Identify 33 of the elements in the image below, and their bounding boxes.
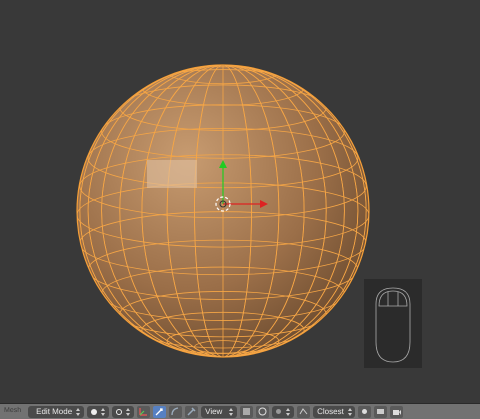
manipulator-button[interactable] (153, 406, 166, 418)
up-down-arrows-icon (126, 408, 130, 416)
camera-button[interactable] (390, 406, 404, 418)
manipulator-icon (155, 407, 164, 416)
manipulator-icon (139, 407, 148, 416)
shading-dropdown[interactable] (87, 406, 110, 418)
up-down-arrows-icon (286, 408, 290, 416)
up-down-arrows-icon (229, 408, 234, 416)
mode-dropdown[interactable]: Edit Mode (28, 406, 84, 418)
snap-element-icon (360, 407, 370, 416)
layers-button[interactable] (240, 406, 254, 418)
orientation-dropdown[interactable]: View (201, 406, 238, 418)
falloff-dropdown[interactable] (272, 406, 294, 418)
manipulator-button[interactable] (185, 406, 198, 418)
snap-button[interactable] (297, 406, 310, 418)
up-down-arrows-icon (348, 408, 352, 416)
render-button[interactable] (374, 406, 388, 418)
proportional-edit-icon (258, 407, 268, 416)
manipulator-icon (187, 407, 196, 416)
proportional-edit-button[interactable] (256, 406, 270, 418)
snap-element-button[interactable] (358, 406, 372, 418)
falloff-icon (276, 409, 282, 414)
camera-icon (392, 407, 402, 416)
move-arrows-icon[interactable] (215, 160, 268, 212)
up-down-arrows-icon (101, 408, 106, 416)
snap-icon (299, 407, 308, 416)
pivot-dropdown[interactable] (112, 406, 134, 418)
manipulator-toggle[interactable] (137, 406, 150, 418)
pivot-icon (116, 408, 122, 414)
manipulator-icon (171, 407, 180, 416)
snap-target-dropdown[interactable]: Closest (313, 406, 356, 418)
up-down-arrows-icon (76, 408, 80, 416)
manipulator-button[interactable] (169, 406, 182, 418)
